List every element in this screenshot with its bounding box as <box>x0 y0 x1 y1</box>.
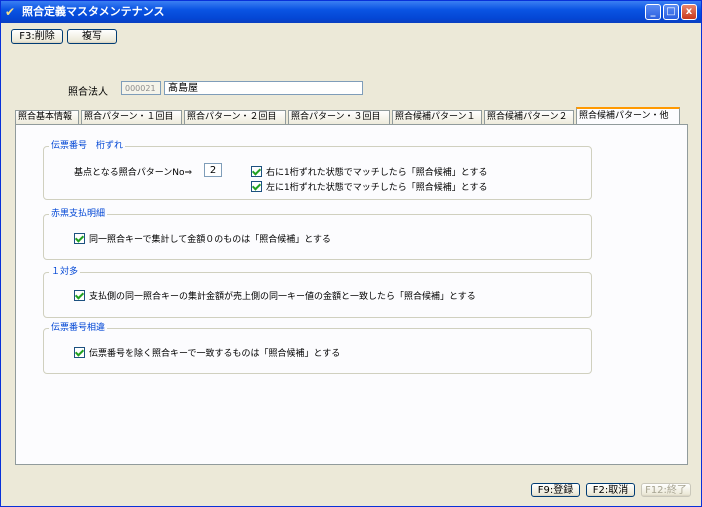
checkbox-checked-icon[interactable] <box>251 181 262 192</box>
checkbox-checked-icon[interactable] <box>251 166 262 177</box>
checkbox-checked-icon[interactable] <box>74 290 85 301</box>
tab-basic-info[interactable]: 照合基本情報 <box>15 110 79 125</box>
entity-name-field[interactable]: 髙島屋 <box>164 81 363 95</box>
group-slip-diff-title: 伝票番号相違 <box>49 322 108 334</box>
tab-pattern-3[interactable]: 照合パターン・３回目 <box>288 110 390 125</box>
tab-pattern-1[interactable]: 照合パターン・１回目 <box>81 110 182 125</box>
app-icon: ✔ <box>5 5 16 19</box>
delete-button[interactable]: F3:削除 <box>11 29 63 44</box>
title-bar[interactable]: ✔ 照合定義マスタメンテナンス _ □ x <box>1 1 701 23</box>
check-one-to-many[interactable]: 支払側の同一照合キーの集計金額が売上側の同一キー値の金額と一致したら「照合候補」… <box>74 290 476 303</box>
group-red-black-title: 赤黒支払明細 <box>49 208 108 220</box>
tab-candidate-other[interactable]: 照合候補パターン・他 <box>576 107 680 125</box>
exit-button[interactable]: F12:終了 <box>641 483 691 497</box>
close-button[interactable]: x <box>681 4 697 20</box>
tab-pattern-2[interactable]: 照合パターン・２回目 <box>184 110 286 125</box>
check-right-shift[interactable]: 右に1桁ずれた状態でマッチしたら「照合候補」とする <box>251 166 487 179</box>
group-red-black: 赤黒支払明細 同一照合キーで集計して金額０のものは「照合候補」とする <box>43 208 592 260</box>
check-left-shift-label: 左に1桁ずれた状態でマッチしたら「照合候補」とする <box>266 183 488 193</box>
minimize-button[interactable]: _ <box>645 4 661 20</box>
cancel-button[interactable]: F2:取消 <box>586 483 635 497</box>
check-right-shift-label: 右に1桁ずれた状態でマッチしたら「照合候補」とする <box>266 168 488 178</box>
group-slip-diff: 伝票番号相違 伝票番号を除く照合キーで一致するものは「照合候補」とする <box>43 322 592 374</box>
app-window: ✔ 照合定義マスタメンテナンス _ □ x F3:削除 複写 照合法人 0000… <box>0 0 702 507</box>
group-digit-shift-title: 伝票番号 桁ずれ <box>49 140 126 152</box>
check-slip-diff[interactable]: 伝票番号を除く照合キーで一致するものは「照合候補」とする <box>74 347 340 360</box>
checkbox-checked-icon[interactable] <box>74 233 85 244</box>
check-left-shift[interactable]: 左に1桁ずれた状態でマッチしたら「照合候補」とする <box>251 181 487 194</box>
entity-label: 照合法人 <box>68 87 108 98</box>
tab-bar: 照合基本情報 照合パターン・１回目 照合パターン・２回目 照合パターン・３回目 … <box>15 107 685 125</box>
window-title: 照合定義マスタメンテナンス <box>22 5 165 18</box>
checkbox-checked-icon[interactable] <box>74 347 85 358</box>
check-red-black[interactable]: 同一照合キーで集計して金額０のものは「照合候補」とする <box>74 233 331 246</box>
group-one-to-many-title: １対多 <box>49 266 81 278</box>
maximize-button[interactable]: □ <box>663 4 679 20</box>
register-button[interactable]: F9:登録 <box>531 483 580 497</box>
copy-button[interactable]: 複写 <box>67 29 117 44</box>
tab-candidate-1[interactable]: 照合候補パターン１ <box>392 110 482 125</box>
check-one-to-many-label: 支払側の同一照合キーの集計金額が売上側の同一キー値の金額と一致したら「照合候補」… <box>89 292 476 302</box>
entity-code-field: 000021 <box>121 81 161 95</box>
tab-panel: 伝票番号 桁ずれ 基点となる照合パターンNo⇒ 2 右に1桁ずれた状態でマッチし… <box>15 124 688 465</box>
base-pattern-input[interactable]: 2 <box>204 163 222 177</box>
check-slip-diff-label: 伝票番号を除く照合キーで一致するものは「照合候補」とする <box>89 349 341 359</box>
tab-candidate-2[interactable]: 照合候補パターン２ <box>484 110 574 125</box>
base-pattern-label: 基点となる照合パターンNo⇒ <box>74 168 193 178</box>
group-digit-shift: 伝票番号 桁ずれ 基点となる照合パターンNo⇒ 2 右に1桁ずれた状態でマッチし… <box>43 140 592 200</box>
check-red-black-label: 同一照合キーで集計して金額０のものは「照合候補」とする <box>89 235 331 245</box>
group-one-to-many: １対多 支払側の同一照合キーの集計金額が売上側の同一キー値の金額と一致したら「照… <box>43 266 592 318</box>
